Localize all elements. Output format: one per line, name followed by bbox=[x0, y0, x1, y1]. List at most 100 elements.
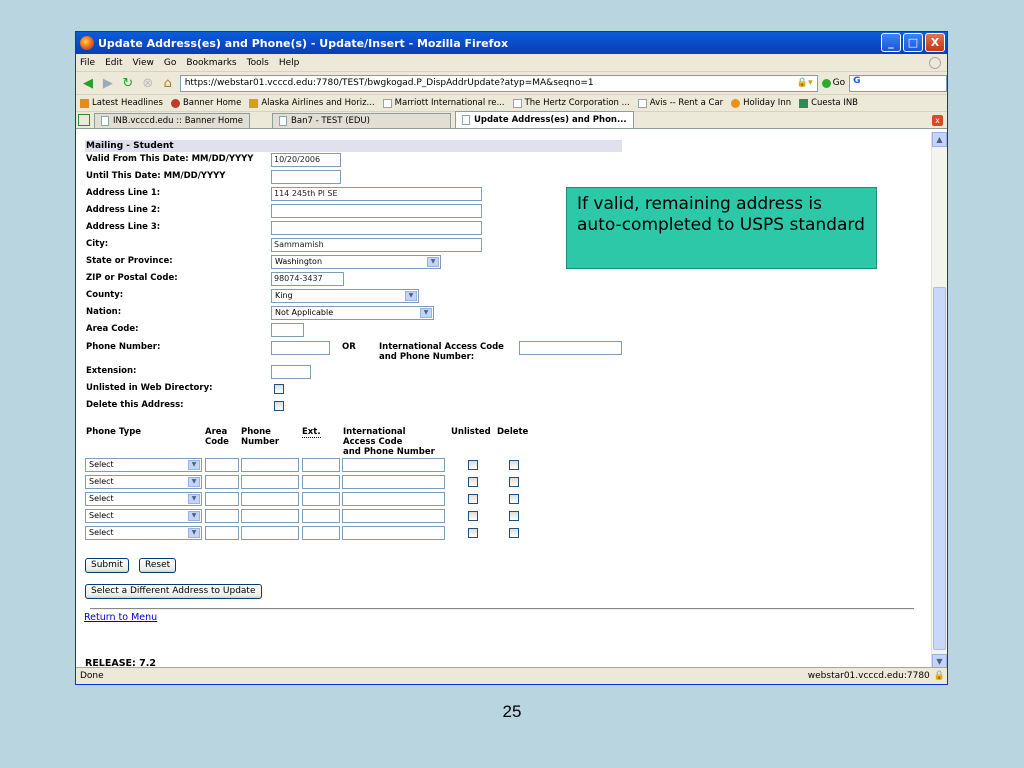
tab-update-address[interactable]: Update Address(es) and Phon... bbox=[454, 111, 634, 128]
phone-number-cell-input[interactable] bbox=[241, 458, 299, 472]
phone-number-cell-input[interactable] bbox=[241, 526, 299, 540]
address-line-1-input[interactable]: 114 245th Pl SE bbox=[271, 187, 482, 201]
menu-edit[interactable]: Edit bbox=[105, 58, 122, 68]
extension-input[interactable] bbox=[271, 365, 311, 379]
phone-type-select[interactable]: Select ▼ bbox=[85, 458, 202, 472]
reset-button[interactable]: Reset bbox=[139, 558, 177, 573]
phone-type-select[interactable]: Select ▼ bbox=[85, 526, 202, 540]
area-code-cell-input[interactable] bbox=[205, 475, 239, 489]
bookmark-cuesta[interactable]: Cuesta INB bbox=[799, 98, 858, 108]
valid-from-input[interactable]: 10/20/2006 bbox=[271, 153, 341, 167]
area-code-cell-input[interactable] bbox=[205, 458, 239, 472]
stop-icon[interactable]: ⊗ bbox=[140, 76, 156, 91]
unlisted-cell-checkbox[interactable] bbox=[468, 511, 478, 521]
ext-cell-input[interactable] bbox=[302, 458, 340, 472]
delete-address-checkbox[interactable] bbox=[274, 401, 284, 411]
phone-number-cell-input[interactable] bbox=[241, 492, 299, 506]
phone-number-cell-input[interactable] bbox=[241, 509, 299, 523]
forward-icon[interactable]: ▶ bbox=[100, 76, 116, 91]
intl-cell-input[interactable] bbox=[342, 458, 445, 472]
address-line-2-input[interactable] bbox=[271, 204, 482, 218]
close-button[interactable]: X bbox=[925, 33, 945, 52]
go-button[interactable]: Go bbox=[821, 78, 846, 88]
delete-cell-checkbox[interactable] bbox=[509, 460, 519, 470]
return-to-menu-link[interactable]: Return to Menu bbox=[84, 612, 157, 623]
nation-select[interactable]: Not Applicable ▼ bbox=[271, 306, 434, 320]
area-code-cell-input[interactable] bbox=[205, 526, 239, 540]
county-select[interactable]: King ▼ bbox=[271, 289, 419, 303]
chevron-down-icon: ▼ bbox=[188, 528, 200, 538]
bookmark-label: Cuesta INB bbox=[811, 98, 859, 108]
phone-type-select[interactable]: Select ▼ bbox=[85, 492, 202, 506]
tab-ban7[interactable]: Ban7 - TEST (EDU) bbox=[272, 113, 451, 128]
phone-type-select[interactable]: Select ▼ bbox=[85, 475, 202, 489]
area-code-label: Area Code: bbox=[86, 324, 139, 334]
menu-help[interactable]: Help bbox=[279, 58, 300, 68]
ext-cell-input[interactable] bbox=[302, 475, 340, 489]
bookmark-banner-home[interactable]: Banner Home bbox=[170, 98, 242, 108]
unlisted-checkbox[interactable] bbox=[274, 384, 284, 394]
unlisted-cell-checkbox[interactable] bbox=[468, 494, 478, 504]
area-header-line1: Area bbox=[205, 427, 228, 437]
vertical-scrollbar[interactable]: ▲ ▼ bbox=[931, 132, 947, 669]
intl-cell-input[interactable] bbox=[342, 475, 445, 489]
area-code-input[interactable] bbox=[271, 323, 304, 337]
go-label: Go bbox=[832, 78, 846, 88]
select-different-address-button[interactable]: Select a Different Address to Update bbox=[85, 584, 262, 599]
phone-type-value: Select bbox=[89, 460, 114, 469]
close-tab-icon[interactable]: x bbox=[932, 115, 943, 126]
delete-cell-checkbox[interactable] bbox=[509, 494, 519, 504]
ext-cell-input[interactable] bbox=[302, 509, 340, 523]
address-line-3-input[interactable] bbox=[271, 221, 482, 235]
menu-bookmarks[interactable]: Bookmarks bbox=[186, 58, 236, 68]
zip-label: ZIP or Postal Code: bbox=[86, 273, 178, 283]
search-box[interactable]: G bbox=[849, 74, 947, 92]
until-input[interactable] bbox=[271, 170, 341, 184]
menu-view[interactable]: View bbox=[133, 58, 154, 68]
bookmark-label: Avis -- Rent a Car bbox=[649, 98, 724, 108]
bookmark-latest-headlines[interactable]: Latest Headlines bbox=[80, 98, 163, 108]
ext-cell-input[interactable] bbox=[302, 492, 340, 506]
home-icon[interactable]: ⌂ bbox=[160, 76, 176, 91]
minimize-button[interactable]: _ bbox=[881, 33, 901, 52]
new-tab-icon[interactable] bbox=[78, 114, 90, 126]
scroll-up-icon[interactable]: ▲ bbox=[932, 132, 947, 147]
unlisted-cell-checkbox[interactable] bbox=[468, 460, 478, 470]
delete-cell-checkbox[interactable] bbox=[509, 477, 519, 487]
back-icon[interactable]: ◀ bbox=[80, 76, 96, 91]
phone-type-select[interactable]: Select ▼ bbox=[85, 509, 202, 523]
submit-button[interactable]: Submit bbox=[85, 558, 129, 573]
menu-file[interactable]: File bbox=[80, 58, 95, 68]
url-bar[interactable]: https://webstar01.vcccd.edu:7780/TEST/bw… bbox=[179, 74, 818, 92]
bookmark-alaska[interactable]: Alaska Airlines and Horiz... bbox=[249, 98, 375, 108]
intl-phone-input[interactable] bbox=[519, 341, 622, 355]
phone-number-cell-input[interactable] bbox=[241, 475, 299, 489]
maximize-button[interactable]: □ bbox=[903, 33, 923, 52]
intl-cell-input[interactable] bbox=[342, 526, 445, 540]
tab-banner-home[interactable]: INB.vcccd.edu :: Banner Home bbox=[94, 113, 251, 128]
zip-input[interactable]: 98074-3437 bbox=[271, 272, 344, 286]
menu-go[interactable]: Go bbox=[164, 58, 176, 68]
scroll-thumb[interactable] bbox=[933, 287, 946, 650]
reload-icon[interactable]: ↻ bbox=[120, 76, 136, 91]
bookmark-label: Banner Home bbox=[182, 98, 242, 108]
area-code-cell-input[interactable] bbox=[205, 509, 239, 523]
area-code-cell-input[interactable] bbox=[205, 492, 239, 506]
phone-number-input[interactable] bbox=[271, 341, 330, 355]
unlisted-cell-checkbox[interactable] bbox=[468, 477, 478, 487]
bookmark-hertz[interactable]: The Hertz Corporation ... bbox=[512, 98, 630, 108]
lock-icon: 🔒 bbox=[933, 671, 945, 681]
ext-cell-input[interactable] bbox=[302, 526, 340, 540]
delete-cell-checkbox[interactable] bbox=[509, 511, 519, 521]
city-input[interactable]: Sammamish bbox=[271, 238, 482, 252]
state-select[interactable]: Washington ▼ bbox=[271, 255, 441, 269]
menu-tools[interactable]: Tools bbox=[247, 58, 269, 68]
bookmark-holiday-inn[interactable]: Holiday Inn bbox=[731, 98, 791, 108]
bookmark-avis[interactable]: Avis -- Rent a Car bbox=[637, 98, 724, 108]
intl-cell-input[interactable] bbox=[342, 509, 445, 523]
delete-cell-checkbox[interactable] bbox=[509, 528, 519, 538]
firefox-icon bbox=[80, 36, 94, 50]
bookmark-marriott[interactable]: Marriott International re... bbox=[382, 98, 505, 108]
intl-cell-input[interactable] bbox=[342, 492, 445, 506]
unlisted-cell-checkbox[interactable] bbox=[468, 528, 478, 538]
